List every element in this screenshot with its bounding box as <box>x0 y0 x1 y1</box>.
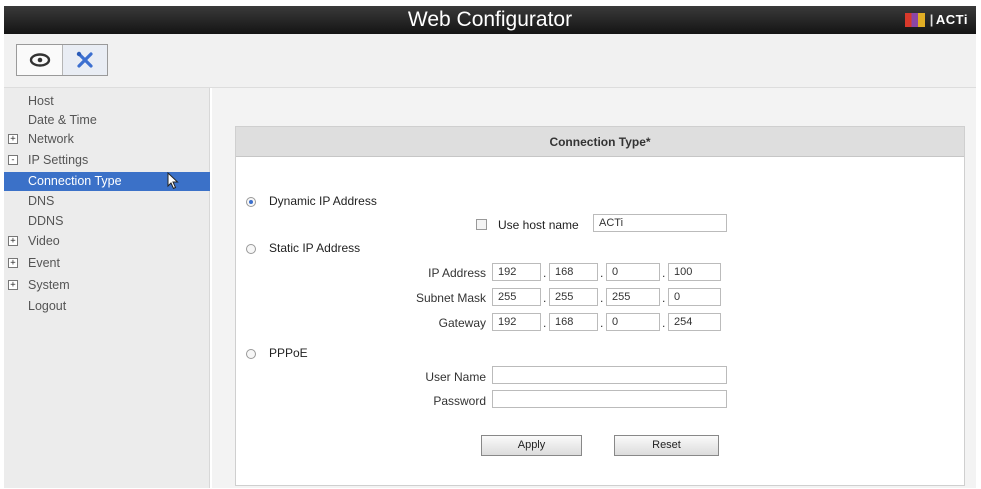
sidebar: Host Date & Time + Network - IP Settings… <box>4 88 210 488</box>
panel-title: Connection Type* <box>236 127 964 157</box>
user-name-label: User Name <box>425 370 486 384</box>
collapse-icon[interactable]: - <box>8 155 18 165</box>
live-view-button[interactable] <box>17 45 62 75</box>
subnet-octet-4-field[interactable] <box>668 288 721 306</box>
main-content: Connection Type* Dynamic IP Address Use … <box>212 88 976 488</box>
expand-icon[interactable]: + <box>8 280 18 290</box>
use-host-name-checkbox[interactable] <box>476 219 487 230</box>
sidebar-item-label: Host <box>28 94 54 108</box>
octet-separator: . <box>543 316 547 330</box>
sidebar-item-logout[interactable]: Logout <box>4 297 210 316</box>
sidebar-item-label: Logout <box>28 299 67 313</box>
user-name-field[interactable] <box>492 366 727 384</box>
octet-separator: . <box>600 291 604 305</box>
octet-separator: . <box>662 291 666 305</box>
ip-octet-3-field[interactable] <box>606 263 660 281</box>
sidebar-item-label: IP Settings <box>28 153 89 167</box>
title-bar: Web Configurator | ACTi <box>4 6 976 34</box>
password-label: Password <box>433 394 486 408</box>
static-ip-radio[interactable] <box>246 244 256 254</box>
sidebar-item-ip-settings[interactable]: - IP Settings <box>4 151 210 170</box>
sidebar-item-ddns[interactable]: DDNS <box>4 212 210 231</box>
sidebar-item-label: System <box>28 278 70 292</box>
ip-octet-1-field[interactable] <box>492 263 541 281</box>
sidebar-item-date-time[interactable]: Date & Time <box>4 111 210 130</box>
mouse-cursor-icon <box>167 172 179 190</box>
app-title: Web Configurator <box>407 8 573 31</box>
octet-separator: . <box>543 291 547 305</box>
octet-separator: . <box>543 266 547 280</box>
expand-icon[interactable]: + <box>8 236 18 246</box>
octet-separator: . <box>662 316 666 330</box>
sidebar-item-system[interactable]: + System <box>4 276 210 295</box>
sidebar-item-connection-type[interactable]: Connection Type <box>4 172 210 191</box>
brand-name: ACTi <box>935 12 968 27</box>
octet-separator: . <box>662 266 666 280</box>
sidebar-item-label: Date & Time <box>28 113 97 127</box>
subnet-octet-1-field[interactable] <box>492 288 541 306</box>
sidebar-item-label: DDNS <box>28 214 64 228</box>
dynamic-ip-radio[interactable] <box>246 197 256 207</box>
use-host-name-label: Use host name <box>498 218 579 232</box>
subnet-mask-label: Subnet Mask <box>415 291 486 305</box>
pppoe-radio[interactable] <box>246 349 256 359</box>
tools-icon <box>76 51 93 68</box>
connection-type-panel: Connection Type* Dynamic IP Address Use … <box>235 126 965 486</box>
host-name-field[interactable] <box>593 214 727 232</box>
dynamic-ip-label: Dynamic IP Address <box>269 194 377 208</box>
gateway-octet-4-field[interactable] <box>668 313 721 331</box>
mode-switcher <box>16 44 108 76</box>
expand-icon[interactable]: + <box>8 134 18 144</box>
expand-icon[interactable]: + <box>8 258 18 268</box>
static-ip-label: Static IP Address <box>269 241 361 255</box>
apply-button[interactable]: Apply <box>481 435 582 456</box>
sidebar-item-host[interactable]: Host <box>4 92 210 111</box>
eye-icon <box>29 53 50 67</box>
sidebar-item-label: DNS <box>28 194 55 208</box>
gateway-octet-1-field[interactable] <box>492 313 541 331</box>
toolbar <box>4 34 976 88</box>
octet-separator: . <box>600 266 604 280</box>
gateway-octet-2-field[interactable] <box>549 313 598 331</box>
subnet-octet-3-field[interactable] <box>606 288 660 306</box>
sidebar-item-network[interactable]: + Network <box>4 130 210 149</box>
gateway-label: Gateway <box>438 316 486 330</box>
sidebar-item-label: Video <box>28 234 60 248</box>
ip-octet-2-field[interactable] <box>549 263 598 281</box>
sidebar-item-video[interactable]: + Video <box>4 232 210 251</box>
acti-logo-icon <box>904 13 925 27</box>
setup-button[interactable] <box>62 45 107 75</box>
password-field[interactable] <box>492 390 727 408</box>
gateway-octet-3-field[interactable] <box>606 313 660 331</box>
sidebar-item-label: Network <box>28 132 74 146</box>
sidebar-item-event[interactable]: + Event <box>4 254 210 273</box>
reset-button[interactable]: Reset <box>614 435 719 456</box>
ip-octet-4-field[interactable] <box>668 263 721 281</box>
sidebar-item-label: Event <box>28 256 60 270</box>
sidebar-item-label: Connection Type <box>28 174 122 188</box>
ip-address-label: IP Address <box>428 266 486 280</box>
pppoe-label: PPPoE <box>269 346 308 360</box>
subnet-octet-2-field[interactable] <box>549 288 598 306</box>
brand-logo: | ACTi <box>904 6 968 34</box>
octet-separator: . <box>600 316 604 330</box>
sidebar-item-dns[interactable]: DNS <box>4 192 210 211</box>
